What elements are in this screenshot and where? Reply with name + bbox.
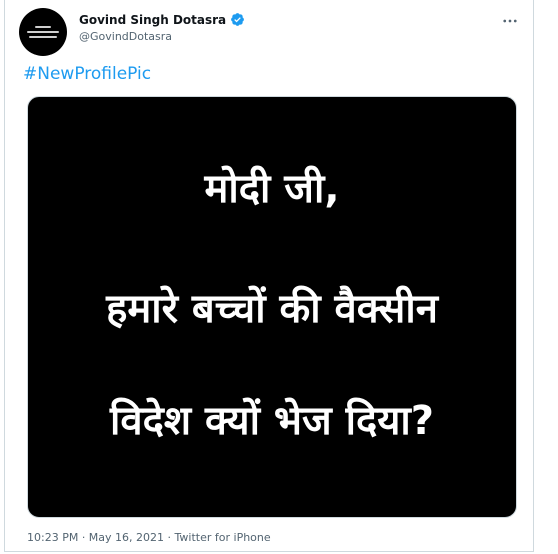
poster-line-3: विदेश क्यों भेज दिया? [110, 398, 434, 444]
more-options-icon[interactable] [501, 12, 519, 30]
hashtag-link[interactable]: #NewProfilePic [23, 64, 151, 84]
more-dots-icon [503, 19, 517, 23]
name-row: Govind Singh Dotasra [79, 12, 245, 27]
avatar-text-line [29, 36, 57, 38]
poster-line-1: मोदी जी, [204, 166, 340, 212]
poster-line-2: हमारे बच्चों की वैक्सीन [106, 286, 438, 332]
tweet-header: Govind Singh Dotasra @GovindDotasra [19, 8, 519, 56]
tweet-media-image[interactable]: मोदी जी, हमारे बच्चों की वैक्सीन विदेश क… [27, 96, 517, 518]
display-name[interactable]: Govind Singh Dotasra [79, 13, 226, 27]
avatar[interactable] [19, 8, 67, 56]
user-handle[interactable]: @GovindDotasra [79, 30, 245, 43]
avatar-text-line [35, 26, 51, 28]
poster-background: मोदी जी, हमारे बच्चों की वैक्सीन विदेश क… [34, 101, 510, 513]
verified-badge-icon [231, 13, 245, 26]
tweet-card: Govind Singh Dotasra @GovindDotasra #New… [4, 0, 534, 552]
author-info: Govind Singh Dotasra @GovindDotasra [79, 12, 245, 43]
tweet-timestamp[interactable]: 10:23 PM · May 16, 2021 · Twitter for iP… [27, 531, 271, 544]
avatar-text-line [27, 31, 59, 33]
